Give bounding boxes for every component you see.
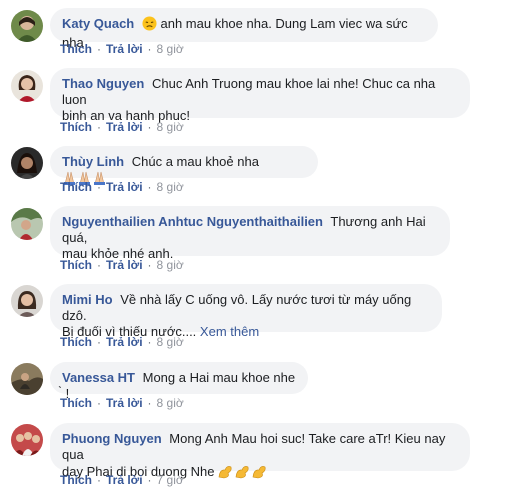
comment-author[interactable]: Nguyenthailien Anhtuc Nguyenthaithailien xyxy=(62,214,323,229)
reply-link[interactable]: Trả lời xyxy=(106,396,143,410)
comment-bubble: Katy Quach anh mau khoe nha. Dung Lam vi… xyxy=(50,8,438,50)
avatar[interactable] xyxy=(11,10,43,42)
like-link[interactable]: Thích xyxy=(60,335,92,349)
comment-bubble: Thao Nguyen Chuc Anh Truong mau khoe lai… xyxy=(50,68,470,123)
like-link[interactable]: Thích xyxy=(60,42,92,56)
separator-dot: · xyxy=(97,42,101,56)
flexed-biceps-icon xyxy=(218,463,268,483)
comment-timestamp[interactable]: 7 giờ xyxy=(157,473,184,487)
avatar[interactable] xyxy=(11,424,43,456)
comment-timestamp[interactable]: 8 giờ xyxy=(157,335,184,349)
disappointed-face-icon xyxy=(142,16,157,35)
separator-dot: · xyxy=(147,473,152,487)
comment-text: Chúc a mau khoẻ nha xyxy=(131,154,259,169)
avatar[interactable] xyxy=(11,147,43,179)
reply-link[interactable]: Trả lời xyxy=(106,180,143,194)
comment-bubble: Vanessa HT Mong a Hai mau khoe nhe ̀ ! xyxy=(50,362,308,401)
comment-actions: Thích · Trả lời · 8 giờ xyxy=(60,42,184,56)
comment-actions: Thích · Trả lời · 8 giờ xyxy=(60,335,184,349)
comment-bubble: Nguyenthailien Anhtuc Nguyenthaithailien… xyxy=(50,206,450,261)
comment-timestamp[interactable]: 8 giờ xyxy=(157,120,184,134)
comment-author[interactable]: Vanessa HT xyxy=(62,370,135,385)
like-link[interactable]: Thích xyxy=(60,473,92,487)
reply-link[interactable]: Trả lời xyxy=(106,335,143,349)
comment-actions: Thích · Trả lời · 7 giờ xyxy=(60,473,184,487)
comment-line: Nguyenthailien Anhtuc Nguyenthaithailien… xyxy=(62,214,438,246)
separator-dot: · xyxy=(147,42,152,56)
separator-dot: · xyxy=(97,258,101,272)
comment-timestamp[interactable]: 8 giờ xyxy=(157,258,184,272)
reply-link[interactable]: Trả lời xyxy=(106,258,143,272)
separator-dot: · xyxy=(97,120,101,134)
reply-link[interactable]: Trả lời xyxy=(106,473,143,487)
comment-actions: Thích · Trả lời · 8 giờ xyxy=(60,396,184,410)
separator-dot: · xyxy=(147,396,152,410)
comment-line: Mimi Ho Về nhà lấy C uống vô. Lấy nước t… xyxy=(62,292,430,324)
see-more-link[interactable]: Xem thêm xyxy=(200,324,259,339)
separator-dot: · xyxy=(97,473,101,487)
avatar[interactable] xyxy=(11,208,43,240)
comment-bubble: Phuong Nguyen Mong Anh Mau hoi suc! Take… xyxy=(50,423,470,479)
comment-author[interactable]: Mimi Ho xyxy=(62,292,113,307)
comment-actions: Thích · Trả lời · 8 giờ xyxy=(60,180,184,194)
comment-author[interactable]: Katy Quach xyxy=(62,16,134,31)
comment-line: Phuong Nguyen Mong Anh Mau hoi suc! Take… xyxy=(62,431,458,463)
comment-timestamp[interactable]: 8 giờ xyxy=(157,180,184,194)
like-link[interactable]: Thích xyxy=(60,258,92,272)
comment-author[interactable]: Phuong Nguyen xyxy=(62,431,162,446)
like-link[interactable]: Thích xyxy=(60,396,92,410)
avatar[interactable] xyxy=(11,363,43,395)
comment-bubble: Thùy Linh Chúc a mau khoẻ nha xyxy=(50,146,318,185)
separator-dot: · xyxy=(147,180,152,194)
avatar[interactable] xyxy=(11,285,43,317)
comment-timestamp[interactable]: 8 giờ xyxy=(157,42,184,56)
comment-actions: Thích · Trả lời · 8 giờ xyxy=(60,120,184,134)
separator-dot: · xyxy=(97,396,101,410)
comment-line: Thao Nguyen Chuc Anh Truong mau khoe lai… xyxy=(62,76,458,108)
comment-bubble: Mimi Ho Về nhà lấy C uống vô. Lấy nước t… xyxy=(50,284,442,339)
comment-text: Về nhà lấy C uống vô. Lấy nước tươi từ m… xyxy=(62,292,412,323)
separator-dot: · xyxy=(147,120,152,134)
comment-author[interactable]: Thao Nguyen xyxy=(62,76,144,91)
separator-dot: · xyxy=(147,335,152,349)
like-link[interactable]: Thích xyxy=(60,120,92,134)
comment-author[interactable]: Thùy Linh xyxy=(62,154,124,169)
avatar[interactable] xyxy=(11,70,43,102)
like-link[interactable]: Thích xyxy=(60,180,92,194)
separator-dot: · xyxy=(97,335,101,349)
separator-dot: · xyxy=(147,258,152,272)
comment-actions: Thích · Trả lời · 8 giờ xyxy=(60,258,184,272)
comment-timestamp[interactable]: 8 giờ xyxy=(157,396,184,410)
separator-dot: · xyxy=(97,180,101,194)
reply-link[interactable]: Trả lời xyxy=(106,120,143,134)
reply-link[interactable]: Trả lời xyxy=(106,42,143,56)
